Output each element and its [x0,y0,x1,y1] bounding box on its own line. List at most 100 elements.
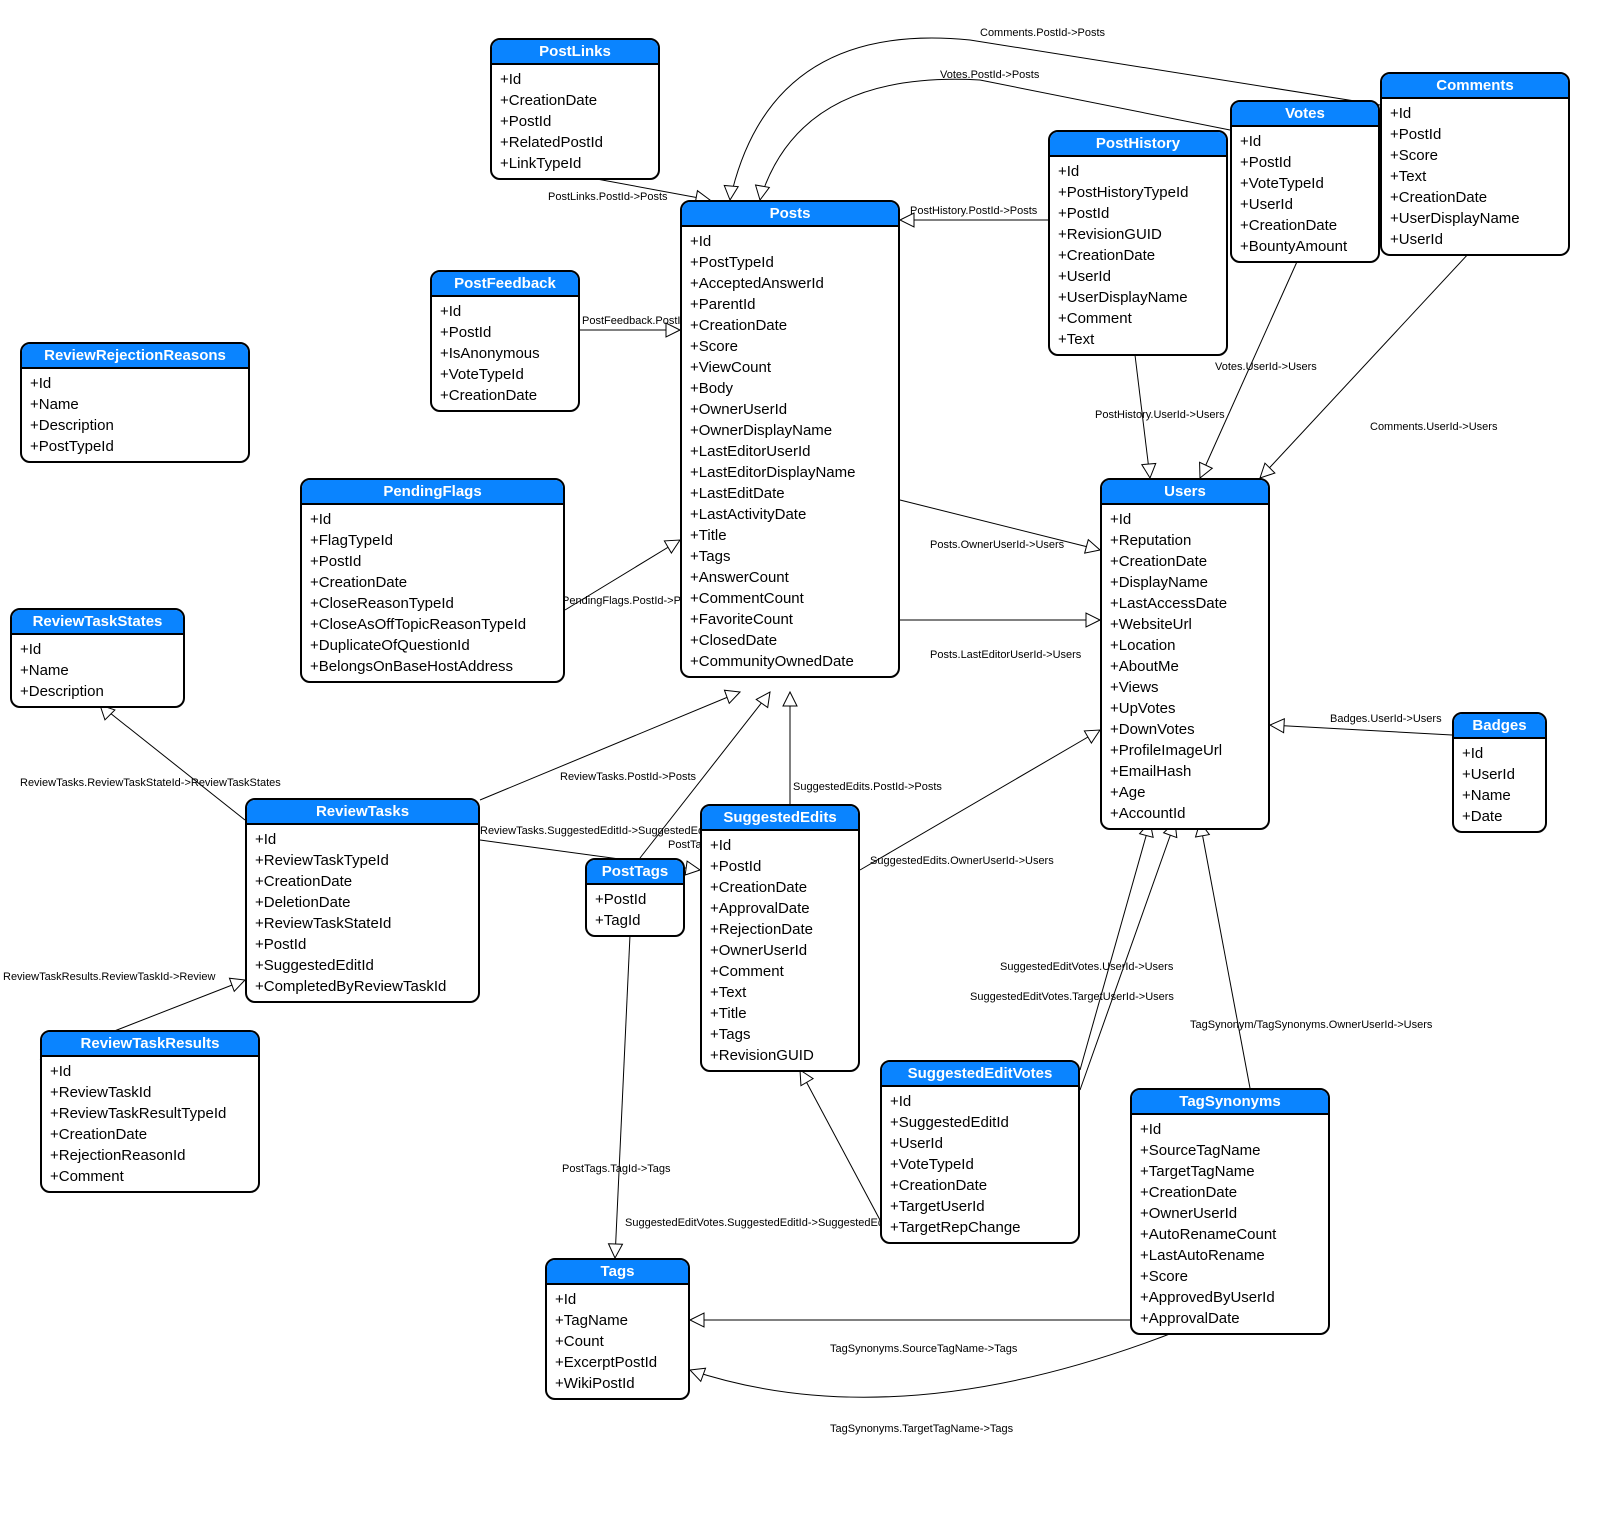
entity-title: Badges [1454,714,1545,739]
entity-reviewtaskstates: ReviewTaskStates+Id+Name+Description [10,608,185,708]
entity-comments: Comments+Id+PostId+Score+Text+CreationDa… [1380,72,1570,256]
arrowhead-icon [724,690,740,703]
edge-label: TagSynonyms.TargetTagName->Tags [830,1423,1014,1435]
entity-attribute: +OwnerUserId [690,399,890,420]
edge-label: Posts.LastEditorUserId->Users [930,649,1082,661]
entity-attribute: +CloseAsOffTopicReasonTypeId [310,614,555,635]
entity-attribute: +CreationDate [1058,245,1218,266]
entity-attributes: +Id+PostId+Score+Text+CreationDate+UserD… [1382,99,1568,254]
arrowhead-icon [666,323,680,337]
entity-attribute: +DisplayName [1110,572,1260,593]
entity-attribute: +VoteTypeId [890,1154,1070,1175]
relationship-edge [480,692,740,800]
entity-attribute: +CreationDate [255,871,470,892]
arrowhead-icon [800,1070,813,1086]
entity-attribute: +SuggestedEditId [890,1112,1070,1133]
arrowhead-icon [1085,540,1100,554]
entity-attribute: +TargetUserId [890,1196,1070,1217]
relationship-edge [690,1330,1180,1397]
entity-attribute: +ViewCount [690,357,890,378]
entity-attribute: +Score [1390,145,1560,166]
entity-attribute: +Id [30,373,240,394]
entity-attribute: +ReviewTaskResultTypeId [50,1103,250,1124]
entity-attributes: +Id+PostId+VoteTypeId+UserId+CreationDat… [1232,127,1378,261]
entity-title: PostFeedback [432,272,578,297]
entity-attribute: +ApprovalDate [1140,1308,1320,1329]
edge-label: SuggestedEdits.PostId->Posts [793,781,942,793]
entity-attribute: +BountyAmount [1240,236,1370,257]
edge-label: Votes.PostId->Posts [940,69,1040,81]
entity-tags: Tags+Id+TagName+Count+ExcerptPostId+Wiki… [545,1258,690,1400]
entity-attribute: +Score [690,336,890,357]
arrowhead-icon [1270,719,1284,733]
entity-attribute: +UserDisplayName [1058,287,1218,308]
edge-label: TagSynonyms.SourceTagName->Tags [830,1343,1018,1355]
entity-attribute: +CommentCount [690,588,890,609]
entity-title: Posts [682,202,898,227]
entity-attribute: +Name [30,394,240,415]
entity-attribute: +RejectionReasonId [50,1145,250,1166]
entity-attribute: +Id [310,509,555,530]
entity-posts: Posts+Id+PostTypeId+AcceptedAnswerId+Par… [680,200,900,678]
entity-attribute: +CommunityOwnedDate [690,651,890,672]
entity-attribute: +Text [1058,329,1218,350]
entity-votes: Votes+Id+PostId+VoteTypeId+UserId+Creati… [1230,100,1380,263]
arrowhead-icon [664,540,680,553]
relationship-edge [565,540,680,610]
relationship-edge [900,500,1100,550]
entity-attributes: +Id+ReviewTaskTypeId+CreationDate+Deleti… [247,825,478,1001]
entity-attribute: +Id [690,231,890,252]
arrowhead-icon [690,1368,706,1381]
entity-posttags: PostTags+PostId+TagId [585,858,685,937]
entity-title: Votes [1232,102,1378,127]
entity-attribute: +ReviewTaskStateId [255,913,470,934]
entity-attribute: +OwnerUserId [710,940,850,961]
entity-attribute: +Id [500,69,650,90]
entity-attribute: +ClosedDate [690,630,890,651]
entity-attribute: +SuggestedEditId [255,955,470,976]
entity-attributes: +PostId+TagId [587,885,683,935]
entity-attributes: +Id+PostTypeId+AcceptedAnswerId+ParentId… [682,227,898,676]
entity-title: Comments [1382,74,1568,99]
entity-attributes: +Id+Name+Description [12,635,183,706]
entity-attribute: +Id [1058,161,1218,182]
entity-attribute: +Id [555,1289,680,1310]
entity-attribute: +Text [1390,166,1560,187]
entity-attribute: +AnswerCount [690,567,890,588]
relationship-edge [1200,822,1250,1088]
edge-label: Votes.UserId->Users [1215,361,1317,373]
entity-attribute: +Text [710,982,850,1003]
entity-attribute: +TagName [555,1310,680,1331]
entity-postfeedback: PostFeedback+Id+PostId+IsAnonymous+VoteT… [430,270,580,412]
entity-title: Users [1102,480,1268,505]
arrowhead-icon [756,692,770,707]
entity-attribute: +Id [1110,509,1260,530]
relationship-edge [800,1070,880,1220]
entity-attribute: +RevisionGUID [1058,224,1218,245]
entity-attribute: +CreationDate [1240,215,1370,236]
entity-suggestededitvotes: SuggestedEditVotes+Id+SuggestedEditId+Us… [880,1060,1080,1244]
entity-attribute: +LinkTypeId [500,153,650,174]
edge-label: PostTags.TagId->Tags [562,1163,671,1175]
entity-attribute: +RevisionGUID [710,1045,850,1066]
entity-attribute: +Id [440,301,570,322]
arrowhead-icon [756,185,770,200]
relationship-edge [1260,252,1470,478]
arrowhead-icon [783,692,797,706]
entity-attribute: +DownVotes [1110,719,1260,740]
entity-attribute: +ApprovedByUserId [1140,1287,1320,1308]
entity-attribute: +Comment [50,1166,250,1187]
entity-attribute: +Count [555,1331,680,1352]
arrowhead-icon [229,978,245,991]
entity-attribute: +Tags [710,1024,850,1045]
entity-title: ReviewTaskStates [12,610,183,635]
relationship-edge [615,935,630,1258]
entity-attribute: +Date [1462,806,1537,827]
entity-attribute: +FavoriteCount [690,609,890,630]
entity-attribute: +PostId [1058,203,1218,224]
entity-title: Tags [547,1260,688,1285]
relationship-edge [100,705,245,820]
arrowhead-icon [685,861,700,875]
entity-attribute: +LastAccessDate [1110,593,1260,614]
entity-attribute: +ApprovalDate [710,898,850,919]
